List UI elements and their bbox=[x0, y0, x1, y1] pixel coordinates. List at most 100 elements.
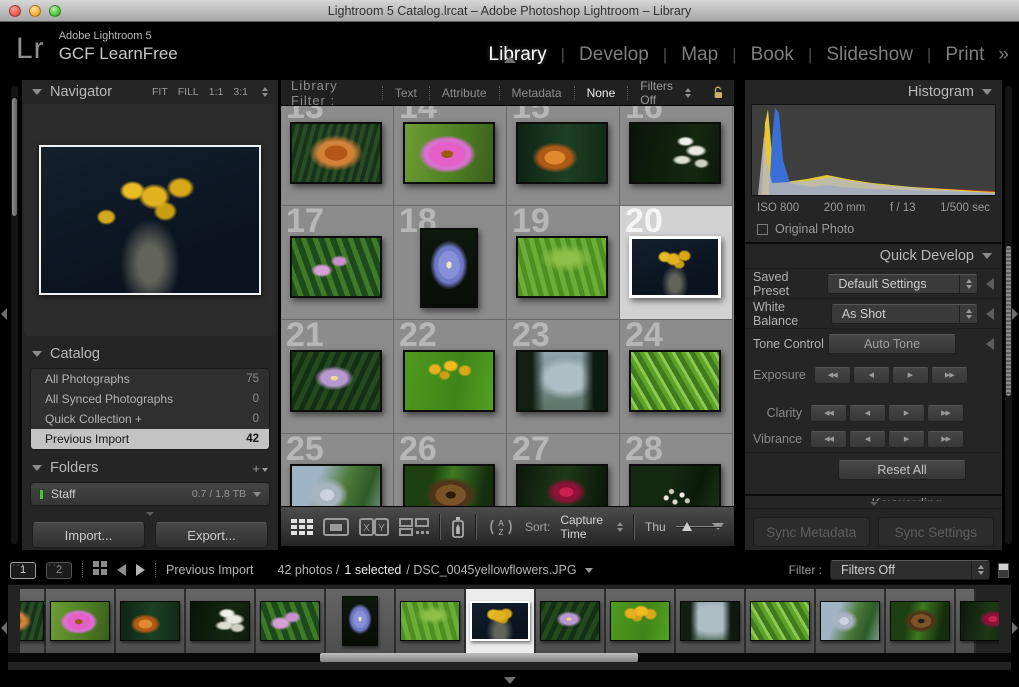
previous-photo-arrow-icon[interactable] bbox=[117, 564, 126, 576]
close-window-button[interactable] bbox=[9, 5, 21, 17]
navigator-zoom-1-1[interactable]: 1:1 bbox=[209, 86, 224, 98]
module-map[interactable]: Map bbox=[681, 44, 718, 66]
filter-lock-icon[interactable] bbox=[713, 85, 724, 101]
volume-row-staff[interactable]: Staff 0.7 / 1.8 TB bbox=[31, 483, 269, 505]
module-library[interactable]: Library bbox=[489, 44, 547, 66]
thumbnail-size-slider[interactable] bbox=[676, 522, 702, 532]
grid-cell-19[interactable]: 19 bbox=[507, 206, 620, 320]
grid-cell-15[interactable]: 15 bbox=[507, 106, 620, 206]
module-develop[interactable]: Develop bbox=[579, 44, 649, 66]
grid-cell-13[interactable]: 13 bbox=[281, 106, 394, 206]
grid-cell-21[interactable]: 21 bbox=[281, 320, 394, 434]
exposure-increase-large-button[interactable] bbox=[931, 367, 968, 384]
filter-preset-dropdown[interactable]: Filters Off bbox=[640, 79, 691, 107]
sort-stepper-icon[interactable] bbox=[617, 522, 623, 532]
export-button[interactable]: Export... bbox=[155, 522, 268, 548]
catalog-header[interactable]: Catalog bbox=[22, 342, 278, 366]
grid-cell-26[interactable]: 26 bbox=[394, 434, 507, 506]
photo-thumbnail[interactable] bbox=[420, 228, 478, 308]
filmstrip-thumbnail[interactable] bbox=[120, 601, 180, 641]
grid-cell-18[interactable]: 18 bbox=[394, 206, 507, 320]
saved-preset-dropdown[interactable]: Default Settings bbox=[827, 274, 978, 294]
filmstrip-thumbnail[interactable] bbox=[20, 601, 44, 641]
white-balance-dropdown[interactable]: As Shot bbox=[831, 304, 978, 324]
expand-white-balance-icon[interactable] bbox=[986, 308, 994, 320]
grid-cell-14[interactable]: 14 bbox=[394, 106, 507, 206]
histogram-header[interactable]: Histogram bbox=[745, 80, 1002, 104]
collapse-quick-develop-icon[interactable] bbox=[982, 253, 992, 259]
primary-monitor-button[interactable]: 1 bbox=[10, 562, 36, 579]
filter-option-metadata[interactable]: Metadata bbox=[512, 86, 562, 100]
expand-volume-icon[interactable] bbox=[253, 492, 261, 497]
grid-cell-20-selected[interactable]: 20 bbox=[620, 206, 733, 320]
vibrance-decrease-large-button[interactable] bbox=[810, 431, 847, 448]
collapse-histogram-icon[interactable] bbox=[982, 89, 992, 95]
filmstrip-cell-16[interactable] bbox=[186, 589, 256, 655]
filmstrip-cell-14[interactable] bbox=[46, 589, 116, 655]
filmstrip-scroll-right-arrow-icon[interactable] bbox=[1012, 622, 1018, 634]
filmstrip-thumbnail[interactable] bbox=[890, 601, 950, 641]
filmstrip-cell-20-selected[interactable] bbox=[466, 589, 536, 655]
zoom-window-button[interactable] bbox=[49, 5, 61, 17]
filmstrip-thumbnail[interactable] bbox=[820, 601, 880, 641]
photo-thumbnail[interactable] bbox=[516, 464, 608, 506]
minimize-window-button[interactable] bbox=[29, 5, 41, 17]
module-slideshow[interactable]: Slideshow bbox=[826, 44, 913, 66]
sort-direction-icon[interactable]: A Z bbox=[487, 517, 515, 537]
clarity-increase-button[interactable] bbox=[888, 405, 925, 422]
catalog-item-quick-collection[interactable]: Quick Collection + 0 bbox=[31, 409, 269, 429]
survey-view-button[interactable] bbox=[399, 518, 429, 536]
collapse-top-panel-arrow-icon[interactable] bbox=[504, 56, 516, 63]
filmstrip-cell-19[interactable] bbox=[396, 589, 466, 655]
photo-thumbnail[interactable] bbox=[403, 350, 495, 412]
filmstrip-cell-25[interactable] bbox=[816, 589, 886, 655]
filmstrip-thumbnail[interactable] bbox=[540, 601, 600, 641]
sort-value-dropdown[interactable]: Capture Time bbox=[560, 513, 603, 541]
painter-spray-can-button[interactable] bbox=[451, 516, 465, 538]
filmstrip-cell-15[interactable] bbox=[116, 589, 186, 655]
loupe-view-button[interactable] bbox=[323, 518, 349, 536]
grid-view-button[interactable] bbox=[291, 519, 313, 535]
grid-cell-25[interactable]: 25 bbox=[281, 434, 394, 506]
clarity-decrease-large-button[interactable] bbox=[810, 405, 847, 422]
filmstrip-cell-26[interactable] bbox=[886, 589, 956, 655]
exposure-decrease-large-button[interactable] bbox=[814, 367, 851, 384]
filmstrip-thumbnail[interactable] bbox=[960, 601, 999, 641]
filter-option-text[interactable]: Text bbox=[395, 86, 417, 100]
auto-tone-button[interactable]: Auto Tone bbox=[828, 334, 956, 354]
catalog-item-all-synced[interactable]: All Synced Photographs 0 bbox=[31, 389, 269, 409]
catalog-item-previous-import[interactable]: Previous Import 42 bbox=[31, 429, 269, 449]
navigator-header[interactable]: Navigator FIT FILL 1:1 3:1 bbox=[22, 80, 278, 104]
show-left-panel-arrow-icon[interactable] bbox=[1, 308, 7, 320]
photo-thumbnail[interactable] bbox=[629, 464, 721, 506]
expand-saved-preset-icon[interactable] bbox=[986, 278, 994, 290]
filmstrip-thumbnail[interactable] bbox=[680, 601, 740, 641]
filmstrip-cell-24[interactable] bbox=[746, 589, 816, 655]
collapse-folders-icon[interactable] bbox=[32, 465, 42, 471]
grid-cell-24[interactable]: 24 bbox=[620, 320, 733, 434]
navigator-zoom-fill[interactable]: FILL bbox=[178, 86, 199, 98]
grid-cell-27[interactable]: 27 bbox=[507, 434, 620, 506]
grid-cell-23[interactable]: 23 bbox=[507, 320, 620, 434]
navigator-zoom-3-1[interactable]: 3:1 bbox=[233, 86, 248, 98]
vibrance-increase-large-button[interactable] bbox=[927, 431, 964, 448]
expand-tone-control-icon[interactable] bbox=[986, 338, 994, 350]
original-photo-checkbox[interactable] bbox=[757, 224, 768, 235]
filmstrip-cell-17[interactable] bbox=[256, 589, 326, 655]
filmstrip-thumbnail[interactable] bbox=[260, 601, 320, 641]
filmstrip-cell-27[interactable] bbox=[956, 589, 976, 655]
exposure-increase-button[interactable] bbox=[892, 367, 929, 384]
left-panel-scrollbar[interactable] bbox=[11, 86, 18, 544]
photo-thumbnail[interactable] bbox=[516, 350, 608, 412]
filmstrip-filter-dropdown[interactable]: Filters Off bbox=[830, 560, 990, 580]
folders-header[interactable]: Folders + bbox=[22, 456, 278, 480]
filmstrip-cell-23[interactable] bbox=[676, 589, 746, 655]
show-right-panel-arrow-icon[interactable] bbox=[1012, 308, 1018, 320]
filmstrip-scroll-left-arrow-icon[interactable] bbox=[1, 622, 7, 634]
grid-cell-22[interactable]: 22 bbox=[394, 320, 507, 434]
import-button[interactable]: Import... bbox=[32, 522, 145, 548]
filmstrip-thumbnail[interactable] bbox=[342, 596, 378, 646]
photo-thumbnail[interactable] bbox=[403, 464, 495, 506]
collapse-catalog-icon[interactable] bbox=[32, 351, 42, 357]
filmstrip-status[interactable]: 42 photos / 1 selected / DSC_0045yellowf… bbox=[278, 563, 593, 577]
